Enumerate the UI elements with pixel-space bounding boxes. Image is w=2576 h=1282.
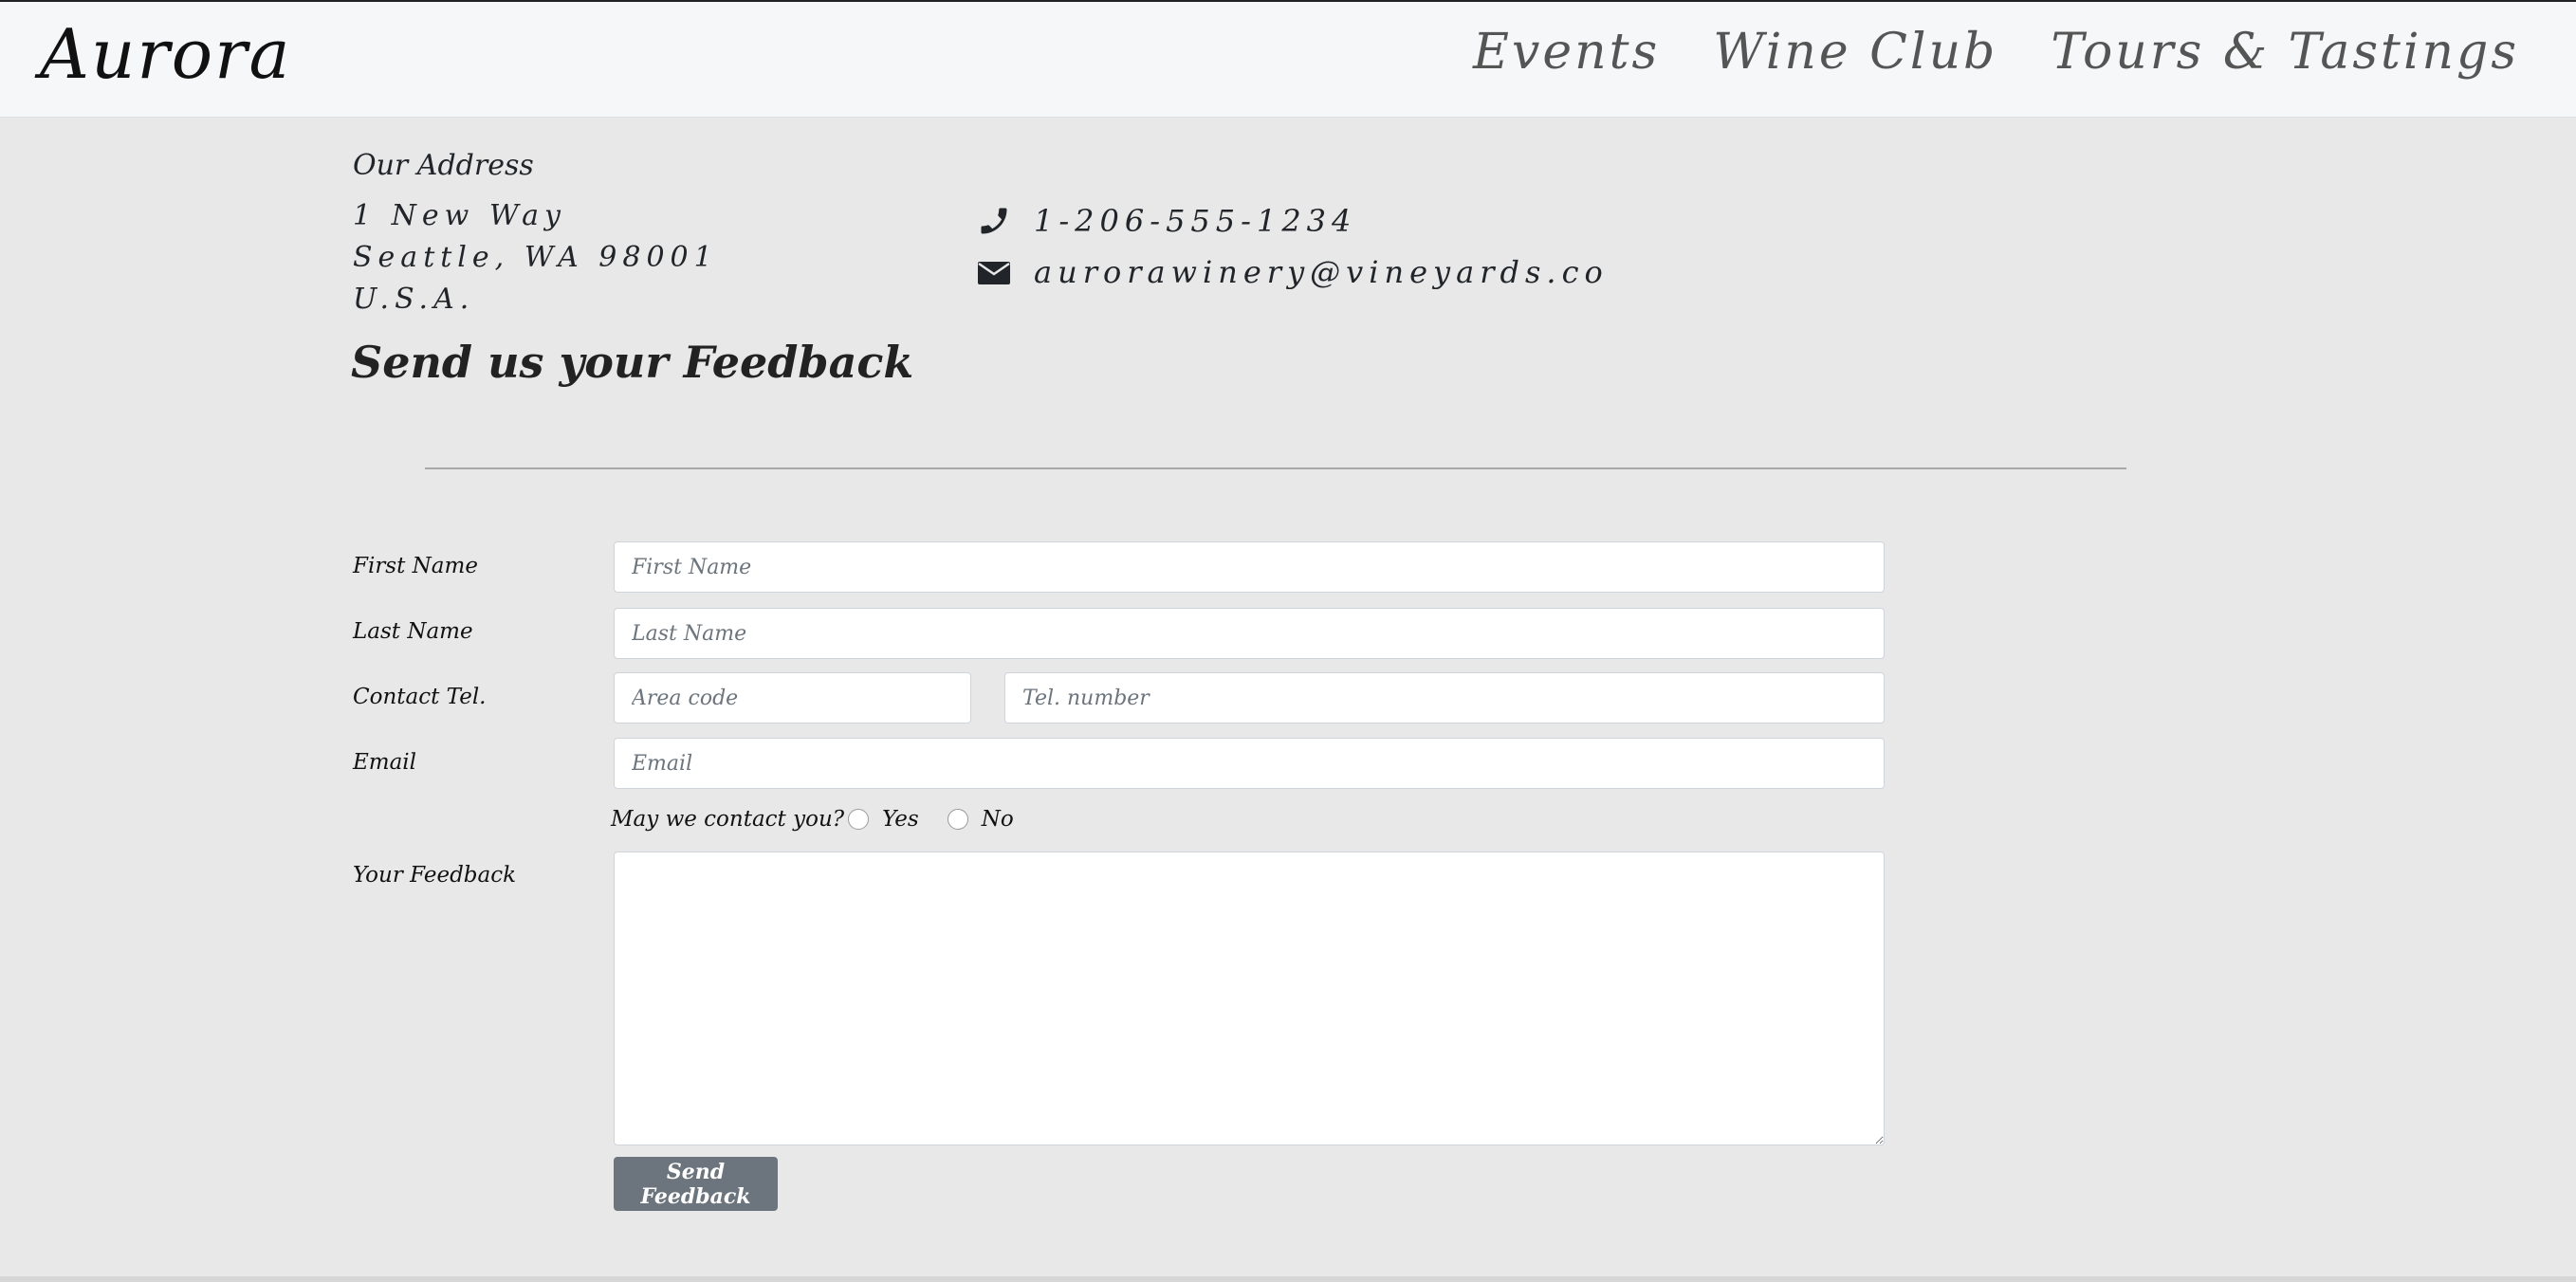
contact-yes-option[interactable]: Yes <box>848 804 919 834</box>
address-line-street: 1 New Way <box>353 199 566 232</box>
navbar: Aurora Events Wine Club Tours & Tastings <box>0 2 2576 118</box>
email-address[interactable]: aurorawinery@vineyards.co <box>1034 247 1609 298</box>
contact-no-label[interactable]: No <box>982 804 1014 834</box>
contact-yes-label[interactable]: Yes <box>882 804 919 834</box>
nav-link-wine-club[interactable]: Wine Club <box>1713 19 1997 85</box>
tel-number-input[interactable] <box>1004 672 1885 723</box>
contact-tel-label: Contact Tel. <box>353 685 487 709</box>
send-feedback-button[interactable]: Send Feedback <box>614 1157 778 1211</box>
envelope-icon <box>977 255 1011 289</box>
phone-number[interactable]: 1-206-555-1234 <box>1034 195 1356 247</box>
email-row: aurorawinery@vineyards.co <box>977 247 1609 298</box>
contact-question-label: May we contact you? <box>611 807 845 832</box>
address-line-country: U.S.A. <box>353 283 475 316</box>
contact-no-radio[interactable] <box>947 809 968 830</box>
first-name-input[interactable] <box>614 541 1885 593</box>
section-divider <box>425 467 2126 469</box>
contact-permission-group: May we contact you? Yes No <box>611 804 1014 834</box>
area-code-input[interactable] <box>614 672 971 723</box>
footer-border <box>0 1276 2576 1282</box>
address-title: Our Address <box>353 149 534 182</box>
contact-block: 1-206-555-1234 aurorawinery@vineyards.co <box>977 195 1609 298</box>
nav-link-events[interactable]: Events <box>1473 19 1660 85</box>
feedback-label: Your Feedback <box>353 863 517 888</box>
email-label: Email <box>353 750 417 775</box>
contact-no-option[interactable]: No <box>947 804 1014 834</box>
address-line-city: Seattle, WA 98001 <box>353 241 718 274</box>
last-name-label: Last Name <box>353 619 473 644</box>
first-name-label: First Name <box>353 554 478 578</box>
feedback-title: Send us your Feedback <box>351 337 914 388</box>
phone-icon <box>977 204 1011 238</box>
feedback-textarea[interactable] <box>614 852 1885 1145</box>
brand-logo[interactable]: Aurora <box>40 11 291 97</box>
phone-row: 1-206-555-1234 <box>977 195 1609 247</box>
last-name-input[interactable] <box>614 608 1885 659</box>
address-block: 1 New Way Seattle, WA 98001 U.S.A. <box>353 195 718 320</box>
nav-links: Events Wine Club Tours & Tastings <box>1473 19 2519 85</box>
contact-yes-radio[interactable] <box>848 809 870 830</box>
email-input[interactable] <box>614 738 1885 789</box>
nav-link-tours-tastings[interactable]: Tours & Tastings <box>2051 19 2519 85</box>
